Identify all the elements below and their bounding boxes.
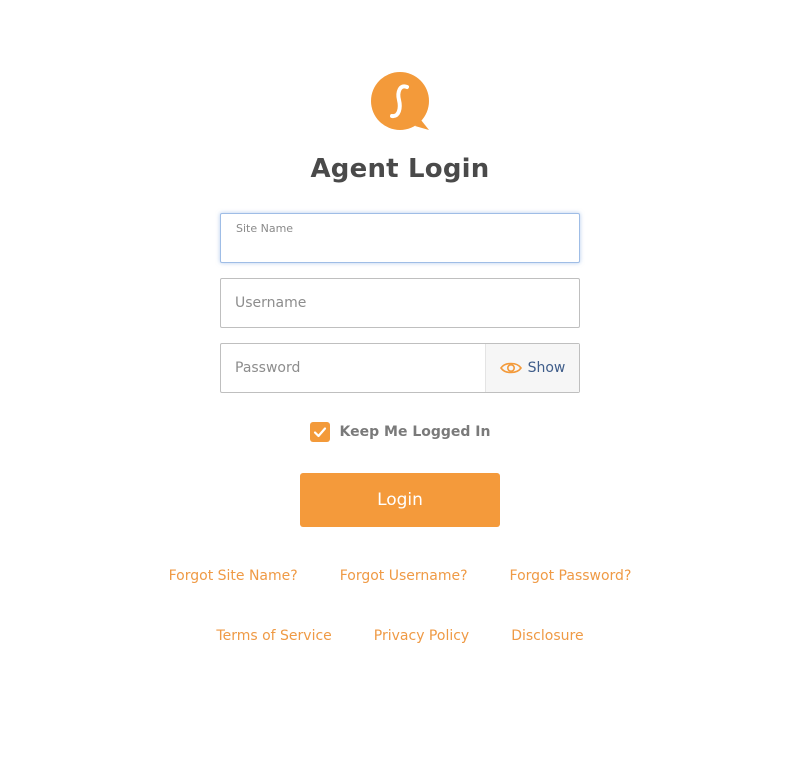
forgot-links: Forgot Site Name? Forgot Username? Forgo… bbox=[0, 568, 800, 584]
keep-logged-in-checkbox[interactable] bbox=[309, 422, 330, 442]
site-name-field[interactable]: Site Name bbox=[220, 213, 580, 263]
forgot-password-link[interactable]: Forgot Password? bbox=[510, 568, 632, 584]
forgot-username-link[interactable]: Forgot Username? bbox=[340, 568, 468, 584]
show-password-label: Show bbox=[527, 360, 566, 376]
username-input[interactable] bbox=[235, 279, 565, 327]
password-input[interactable] bbox=[235, 344, 485, 392]
brand-logo-icon bbox=[371, 72, 431, 132]
forgot-site-name-link[interactable]: Forgot Site Name? bbox=[169, 568, 298, 584]
username-field[interactable] bbox=[220, 278, 580, 328]
legal-links: Terms of Service Privacy Policy Disclosu… bbox=[0, 628, 800, 644]
site-name-input[interactable] bbox=[235, 226, 565, 262]
privacy-policy-link[interactable]: Privacy Policy bbox=[374, 628, 469, 644]
keep-logged-in-label: Keep Me Logged In bbox=[339, 424, 491, 440]
keep-logged-in-row: Keep Me Logged In bbox=[0, 422, 800, 442]
show-password-button[interactable]: Show bbox=[485, 344, 579, 392]
checkmark-icon bbox=[313, 427, 326, 438]
eye-icon bbox=[499, 362, 522, 374]
login-button[interactable]: Login bbox=[300, 473, 500, 527]
terms-of-service-link[interactable]: Terms of Service bbox=[216, 628, 331, 644]
password-field[interactable]: Show bbox=[220, 343, 580, 393]
disclosure-link[interactable]: Disclosure bbox=[511, 628, 583, 644]
page-title: Agent Login bbox=[310, 154, 490, 184]
